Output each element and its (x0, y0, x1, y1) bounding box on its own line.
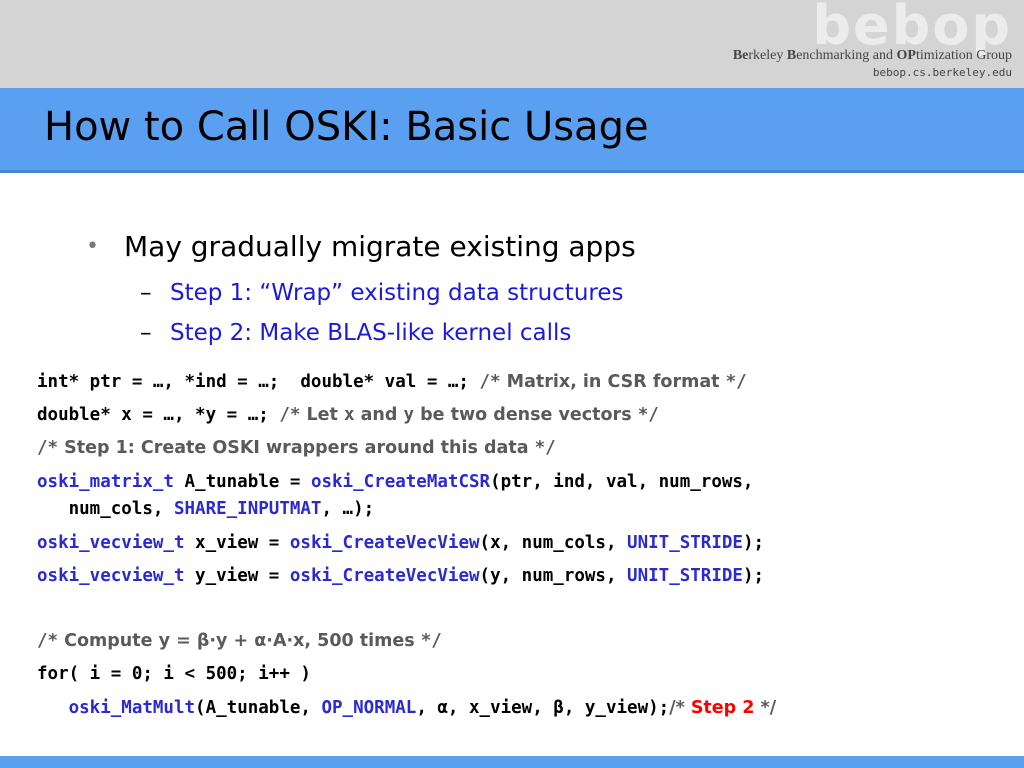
dash-icon: – (140, 320, 152, 346)
code-line-5: num_cols, SHARE_INPUTMAT, …); (37, 499, 375, 519)
bullet-icon: • (86, 234, 99, 259)
code-line-4: oski_matrix_t A_tunable = oski_CreateMat… (37, 472, 754, 492)
sub-bullet-item: – Step 1: “Wrap” existing data structures (140, 280, 624, 306)
code-line-2: double* x = …, *y = …; /* Let x and y be… (37, 405, 659, 425)
header-band: bebop Berkeley Benchmarking and OPtimiza… (0, 0, 1024, 88)
sub-bullet-item: – Step 2: Make BLAS-like kernel calls (140, 320, 572, 346)
code-line-7: oski_vecview_t y_view = oski_CreateVecVi… (37, 566, 765, 586)
bottom-bar (0, 756, 1024, 768)
code-line-8: /* Compute y = β·y + α·A·x, 500 times */ (37, 631, 442, 651)
group-url: bebop.cs.berkeley.edu (872, 66, 1012, 79)
code-line-10: oski_MatMult(A_tunable, OP_NORMAL, α, x_… (68, 698, 777, 718)
code-line-9: for( i = 0; i < 500; i++ ) (37, 664, 311, 684)
code-line-3: /* Step 1: Create OSKI wrappers around t… (37, 438, 556, 458)
dash-icon: – (140, 280, 152, 306)
code-line-1: int* ptr = …, *ind = …; double* val = …;… (37, 372, 747, 392)
slide-title: How to Call OSKI: Basic Usage (44, 104, 649, 150)
bullet-item: • May gradually migrate existing apps (86, 230, 636, 263)
group-name: Berkeley Benchmarking and OPtimization G… (732, 48, 1012, 63)
code-line-6: oski_vecview_t x_view = oski_CreateVecVi… (37, 533, 765, 553)
